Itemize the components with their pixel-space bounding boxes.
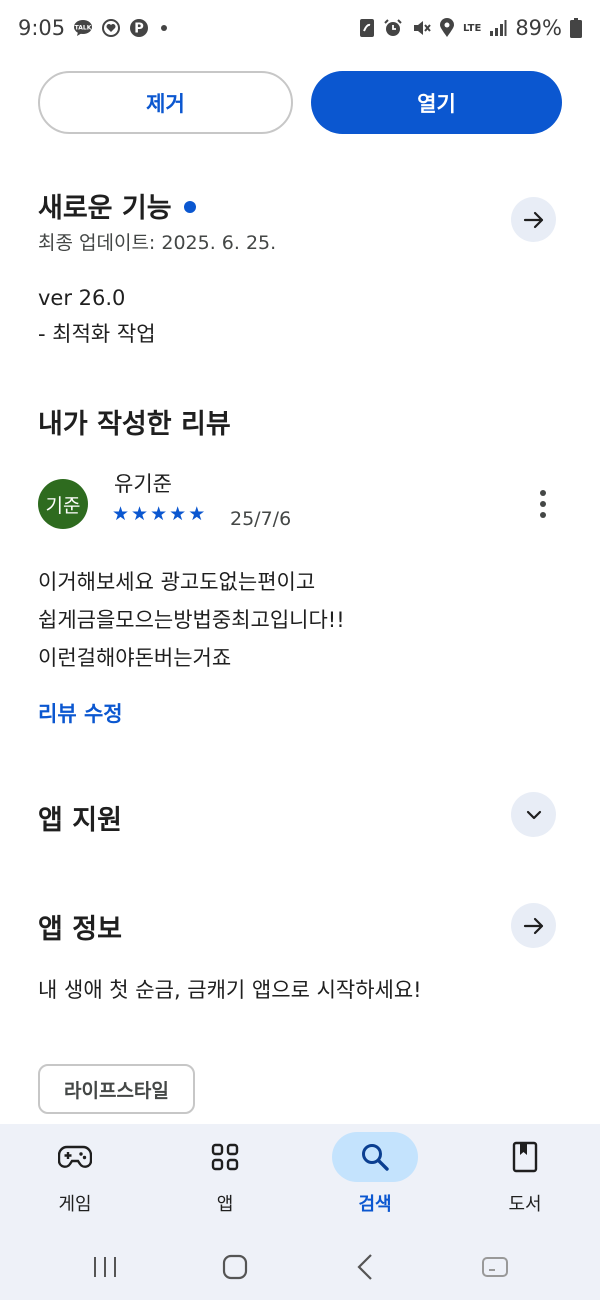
whats-new-heading: 새로운 기능 [38,186,196,225]
arrow-right-icon [523,211,543,228]
review-date: 25/7/6 [230,508,292,530]
nav-item-apps[interactable]: 앱 [150,1124,300,1234]
lte-label: LTE [462,22,482,34]
gamepad-icon [32,1132,118,1182]
notification-dot-icon [161,25,168,31]
whats-new-title: 새로운 기능 [38,193,172,224]
app-description: 내 생애 첫 순금, 금캐기 앱으로 시작하세요! [38,978,422,1002]
heart-circle-icon [101,18,121,38]
svg-text:TALK: TALK [75,25,92,32]
more-options-icon[interactable] [528,484,558,524]
svg-text:P: P [134,22,144,37]
version-text: ver 26.0 [38,286,126,310]
star-icon: ★ [188,503,206,525]
home-icon[interactable] [205,1247,265,1287]
mute-icon [411,18,431,38]
alarm-icon [383,18,403,38]
review-line-2: 쉽게금을모으는방법중최고입니다!! [38,608,345,632]
star-icon: ★ [150,503,168,525]
battery-percent: 89% [515,16,562,40]
my-review-title: 내가 작성한 리뷰 [38,409,231,440]
system-navigation-bar [0,1234,600,1300]
category-chip[interactable]: 라이프스타일 [38,1064,195,1114]
open-button[interactable]: 열기 [311,71,562,134]
nav-item-books[interactable]: 도서 [450,1124,600,1234]
nfc-icon [359,18,375,38]
talk-icon: TALK [73,19,93,37]
status-bar: 9:05 TALK P LTE 89% [0,0,600,56]
last-updated-text: 최종 업데이트: 2025. 6. 25. [38,232,277,254]
app-support-title[interactable]: 앱 지원 [38,798,122,837]
nav-label-books: 도서 [508,1194,542,1215]
new-indicator-dot [183,200,196,213]
star-icon: ★ [131,503,149,525]
avatar: 기준 [38,479,88,529]
action-row: 제거 열기 [38,71,562,134]
whats-new-arrow-button[interactable] [511,197,556,242]
app-info-title: 앱 정보 [38,914,122,945]
nav-label-search: 검색 [358,1194,392,1215]
review-line-3: 이런걸해야돈버는거죠 [38,646,232,670]
nav-item-search[interactable]: 검색 [300,1124,450,1234]
nav-label-games: 게임 [58,1194,92,1215]
nav-item-games[interactable]: 게임 [0,1124,150,1234]
lte-icon: LTE [462,22,482,34]
review-line-1: 이거해보세요 광고도없는편이고 [38,570,316,594]
apps-grid-icon [182,1132,268,1182]
star-icon: ★ [169,503,187,525]
signal-icon [489,19,507,37]
app-info-arrow-button[interactable] [511,903,556,948]
location-icon [439,18,455,38]
status-time: 9:05 [18,16,66,40]
chevron-down-icon [526,810,541,819]
star-icon: ★ [112,503,130,525]
uninstall-button[interactable]: 제거 [38,71,293,134]
star-rating: ★ ★ ★ ★ ★ [112,503,205,525]
bottom-navigation: 게임 앱 검색 도서 [0,1124,600,1234]
book-icon [482,1132,568,1182]
reviewer-name: 유기준 [114,472,172,496]
back-icon[interactable] [335,1247,395,1287]
battery-icon [570,18,582,38]
edit-review-link[interactable]: 리뷰 수정 [38,698,123,728]
search-icon [332,1132,418,1182]
keyboard-toggle-icon[interactable] [465,1247,525,1287]
recent-apps-icon[interactable] [75,1247,135,1287]
nav-label-apps: 앱 [216,1194,234,1215]
p-circle-icon: P [129,18,149,38]
arrow-right-icon [523,917,543,934]
app-support-expand-button[interactable] [511,792,556,837]
release-notes-text: - 최적화 작업 [38,322,156,346]
